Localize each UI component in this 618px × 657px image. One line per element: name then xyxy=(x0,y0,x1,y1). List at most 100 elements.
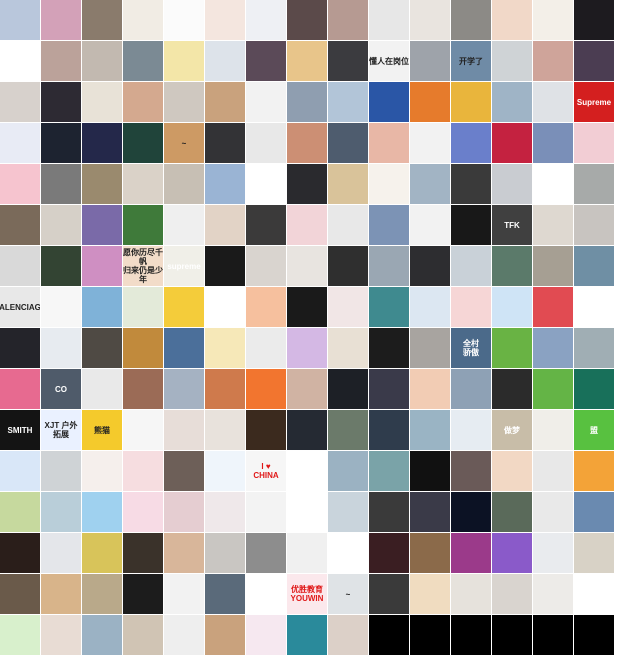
avatar-tile xyxy=(287,82,327,122)
avatar-tile xyxy=(287,410,327,450)
avatar-tile xyxy=(123,82,163,122)
avatar-tile xyxy=(574,451,614,491)
avatar-tile xyxy=(410,451,450,491)
avatar-tile xyxy=(492,82,532,122)
avatar-tile xyxy=(410,574,450,614)
avatar-tile xyxy=(0,41,40,81)
avatar-tile xyxy=(246,82,286,122)
avatar-tile xyxy=(0,369,40,409)
avatar-tile xyxy=(451,205,491,245)
avatar-tile xyxy=(287,615,327,655)
avatar-tile xyxy=(492,328,532,368)
avatar-tile xyxy=(41,82,81,122)
avatar-tile xyxy=(410,164,450,204)
avatar-tile: 熊猫 xyxy=(82,410,122,450)
avatar-tile xyxy=(123,492,163,532)
avatar-tile xyxy=(410,246,450,286)
avatar-tile xyxy=(164,533,204,573)
avatar-tile xyxy=(328,287,368,327)
avatar-tile: XJT 户外拓展 xyxy=(41,410,81,450)
avatar-tile xyxy=(0,82,40,122)
avatar-tile xyxy=(205,287,245,327)
avatar-tile xyxy=(41,246,81,286)
avatar-tile xyxy=(574,246,614,286)
avatar-tile xyxy=(574,328,614,368)
avatar-tile xyxy=(205,615,245,655)
avatar-tile xyxy=(41,451,81,491)
avatar-tile xyxy=(574,287,614,327)
avatar-tile xyxy=(574,123,614,163)
avatar-tile xyxy=(369,492,409,532)
avatar-tile xyxy=(123,410,163,450)
avatar-tile xyxy=(451,0,491,40)
avatar-tile xyxy=(246,533,286,573)
avatar-tile xyxy=(123,123,163,163)
avatar-tile xyxy=(451,123,491,163)
avatar-tile xyxy=(410,0,450,40)
avatar-tile xyxy=(328,369,368,409)
avatar-tile xyxy=(164,0,204,40)
avatar-tile xyxy=(123,164,163,204)
avatar-tile xyxy=(205,451,245,491)
avatar-tile xyxy=(41,492,81,532)
avatar-tile: 全村 骄傲 xyxy=(451,328,491,368)
avatar-tile xyxy=(205,492,245,532)
avatar-tile xyxy=(0,328,40,368)
avatar-tile xyxy=(410,123,450,163)
avatar-tile xyxy=(246,410,286,450)
avatar-tile xyxy=(205,123,245,163)
avatar-tile xyxy=(82,287,122,327)
avatar-tile xyxy=(41,574,81,614)
avatar-tile xyxy=(82,328,122,368)
avatar-tile xyxy=(492,0,532,40)
avatar-tile: 优胜教育 YOUWIN xyxy=(287,574,327,614)
avatar-tile xyxy=(123,205,163,245)
avatar-tile xyxy=(410,369,450,409)
avatar-tile-caption: Supreme xyxy=(576,97,612,107)
avatar-tile xyxy=(246,0,286,40)
avatar-tile xyxy=(0,492,40,532)
avatar-tile xyxy=(164,328,204,368)
avatar-tile-caption: 做梦 xyxy=(504,425,520,435)
avatar-tile-caption: CO xyxy=(55,384,67,394)
avatar-tile xyxy=(0,574,40,614)
avatar-tile-caption: I ♥ CHINA xyxy=(253,462,279,480)
avatar-tile xyxy=(369,0,409,40)
avatar-tile xyxy=(287,492,327,532)
avatar-tile xyxy=(0,164,40,204)
avatar-tile xyxy=(164,574,204,614)
avatar-tile xyxy=(328,410,368,450)
avatar-tile xyxy=(287,0,327,40)
avatar-tile: BALENCIAGA xyxy=(0,287,40,327)
avatar-tile xyxy=(246,328,286,368)
avatar-tile xyxy=(82,41,122,81)
avatar-tile xyxy=(533,615,573,655)
avatar-tile xyxy=(410,615,450,655)
avatar-tile xyxy=(287,246,327,286)
avatar-tile xyxy=(533,369,573,409)
avatar-tile xyxy=(287,287,327,327)
avatar-tile xyxy=(410,410,450,450)
avatar-tile xyxy=(574,533,614,573)
avatar-tile xyxy=(0,246,40,286)
avatar-tile xyxy=(82,369,122,409)
avatar-tile xyxy=(328,492,368,532)
avatar-tile xyxy=(451,451,491,491)
avatar-tile xyxy=(287,369,327,409)
avatar-tile xyxy=(287,328,327,368)
avatar-tile xyxy=(82,0,122,40)
avatar-tile xyxy=(123,41,163,81)
avatar-tile xyxy=(451,246,491,286)
avatar-tile-caption: 优胜教育 YOUWIN xyxy=(290,585,324,603)
avatar-tile xyxy=(246,615,286,655)
avatar-tile xyxy=(410,533,450,573)
avatar-tile xyxy=(82,82,122,122)
avatar-tile xyxy=(287,164,327,204)
avatar-tile-caption: 全村 骄傲 xyxy=(463,339,479,357)
avatar-tile xyxy=(246,205,286,245)
avatar-tile xyxy=(533,574,573,614)
avatar-tile xyxy=(287,451,327,491)
avatar-tile xyxy=(451,574,491,614)
avatar-tile xyxy=(492,492,532,532)
avatar-tile xyxy=(492,533,532,573)
